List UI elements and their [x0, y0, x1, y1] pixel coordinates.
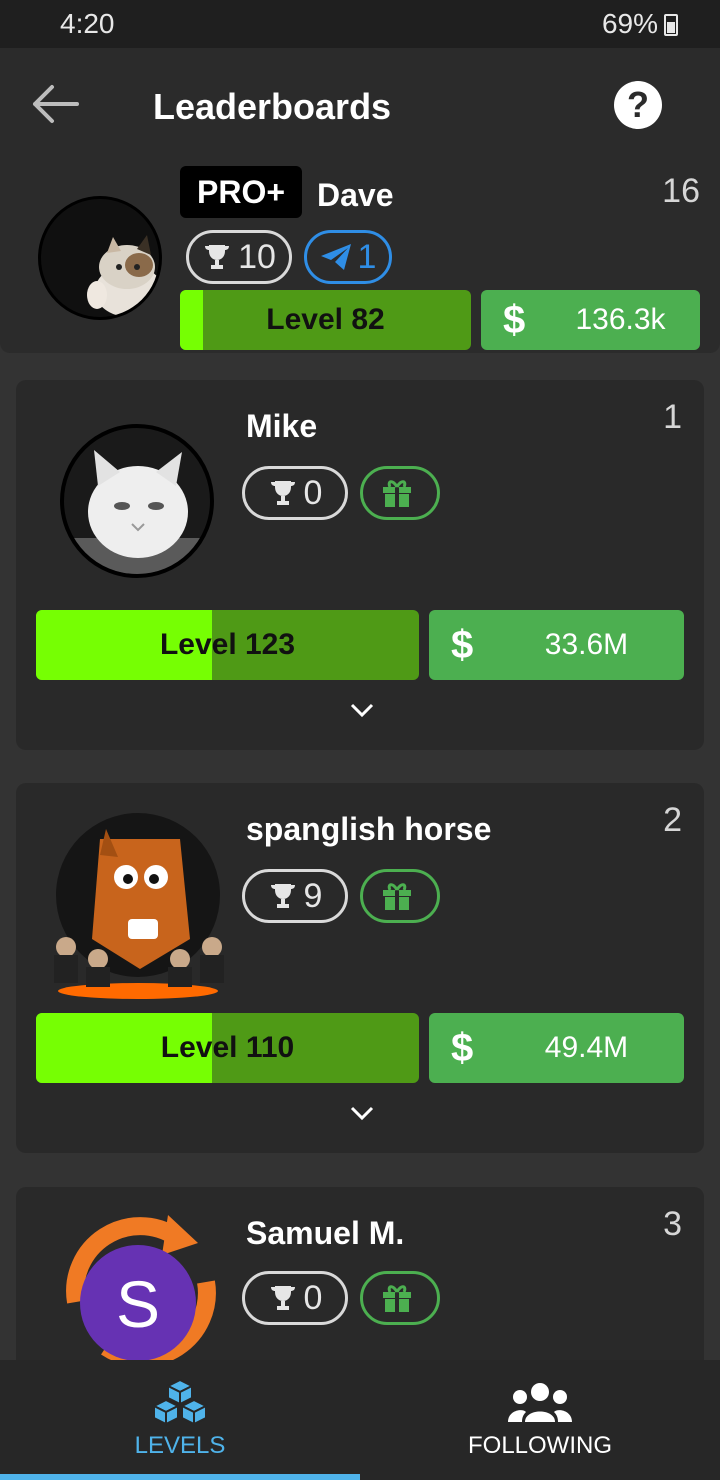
bottom-navigation: LEVELS FOLLOWING [0, 1360, 720, 1480]
gift-button[interactable] [360, 869, 440, 923]
entry-rank: 3 [663, 1205, 682, 1243]
my-rank-card[interactable]: PRO+ Dave 16 10 1 Level 82 $ 136.3k [0, 160, 720, 353]
level-bar: Level 123 [36, 610, 419, 680]
back-arrow-icon [33, 85, 79, 123]
gift-button[interactable] [360, 466, 440, 520]
back-button[interactable] [30, 84, 80, 124]
entry-name: Mike [246, 408, 318, 444]
app-bar: Leaderboards ? [0, 48, 720, 160]
battery-icon [664, 14, 678, 36]
horse-avatar-icon [54, 813, 224, 999]
trophy-count: 9 [303, 876, 323, 915]
level-bar: Level 110 [36, 1013, 419, 1083]
my-trophy-pill[interactable]: 10 [186, 230, 292, 284]
leaderboard-entry[interactable]: S Samuel M. 3 0 [16, 1187, 704, 1367]
money-badge: $ 33.6M [429, 610, 684, 680]
dollar-icon: $ [451, 1025, 474, 1070]
battery-percent: 69% [601, 8, 658, 39]
my-level-label: Level 82 [266, 303, 385, 336]
my-trophy-count: 10 [238, 237, 276, 276]
my-rank: 16 [662, 172, 700, 210]
money-amount: 33.6M [544, 628, 629, 661]
help-button[interactable]: ? [614, 81, 662, 129]
entry-name: Samuel M. [246, 1215, 405, 1251]
entry-name: spanglish horse [246, 811, 492, 847]
trophy-pill[interactable]: 0 [242, 466, 348, 520]
level-label: Level 123 [159, 628, 296, 661]
gift-icon [383, 883, 411, 910]
chevron-down-icon[interactable] [350, 702, 374, 718]
help-icon: ? [627, 84, 649, 125]
pro-plus-badge: PRO+ [180, 166, 302, 218]
trophy-count: 0 [303, 1278, 323, 1317]
cubes-icon [151, 1378, 209, 1426]
sync-logo-icon: S [66, 1215, 216, 1367]
dollar-icon: $ [451, 622, 474, 667]
tab-following[interactable]: FOLLOWING [360, 1360, 720, 1480]
entry-avatar [60, 424, 214, 578]
my-sent-pill[interactable]: 1 [304, 230, 392, 284]
gift-icon [383, 480, 411, 507]
entry-avatar [40, 799, 236, 999]
active-tab-indicator [0, 1474, 360, 1480]
leaderboard-entry[interactable]: Mike 1 0 Level 123 $ 33.6M [16, 380, 704, 750]
my-sent-count: 1 [357, 237, 377, 276]
dollar-icon: $ [503, 297, 526, 342]
entry-avatar: S [56, 1207, 226, 1367]
my-avatar [38, 196, 162, 320]
chevron-down-icon[interactable] [350, 1105, 374, 1121]
trophy-pill[interactable]: 0 [242, 1271, 348, 1325]
trophy-icon [205, 245, 230, 269]
status-bar: 4:20 69% [0, 0, 720, 48]
users-icon [508, 1383, 572, 1422]
status-time: 4:20 [60, 8, 115, 39]
level-label: Level 110 [160, 1031, 295, 1064]
trophy-count: 0 [303, 473, 323, 512]
my-money-badge: $ 136.3k [481, 290, 700, 350]
gift-icon [383, 1285, 411, 1312]
trophy-icon [270, 884, 295, 908]
entry-rank: 1 [663, 398, 682, 436]
my-name: Dave [317, 177, 394, 213]
trophy-icon [270, 481, 295, 505]
money-amount: 49.4M [544, 1031, 629, 1064]
my-money-amount: 136.3k [575, 303, 666, 336]
cat-avatar-icon [87, 235, 159, 317]
page-title: Leaderboards [153, 86, 392, 127]
cat-avatar-icon [64, 450, 210, 574]
tab-levels-label: LEVELS [134, 1432, 226, 1459]
avatar-letter: S [116, 1267, 160, 1341]
tab-levels[interactable]: LEVELS [0, 1360, 360, 1480]
entry-rank: 2 [663, 801, 682, 839]
trophy-icon [270, 1286, 295, 1310]
paper-plane-icon [320, 244, 351, 270]
tab-following-label: FOLLOWING [467, 1432, 612, 1459]
trophy-pill[interactable]: 9 [242, 869, 348, 923]
money-badge: $ 49.4M [429, 1013, 684, 1083]
gift-button[interactable] [360, 1271, 440, 1325]
leaderboard-entry[interactable]: spanglish horse 2 9 Level 110 $ 49.4M [16, 783, 704, 1153]
my-level-bar: Level 82 [180, 290, 471, 350]
